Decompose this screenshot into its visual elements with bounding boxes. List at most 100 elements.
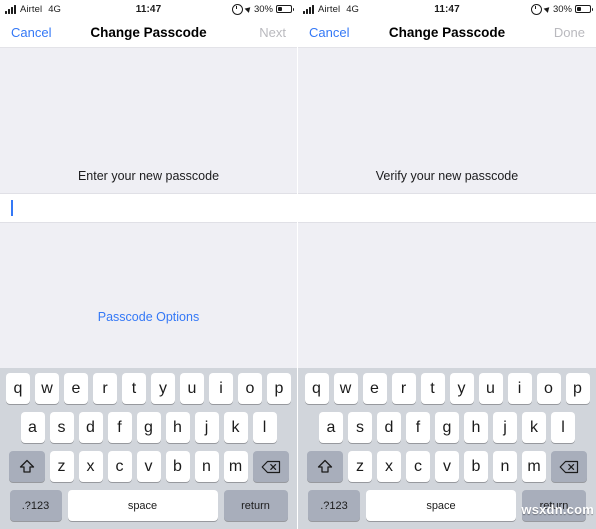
key-q[interactable]: q [6,373,30,404]
key-z[interactable]: z [49,451,74,482]
key-k[interactable]: k [223,412,248,443]
location-arrow-icon [244,5,253,13]
key-w[interactable]: w [333,373,358,404]
space-key[interactable]: space [366,490,516,521]
key-c[interactable]: c [406,451,430,482]
keyboard-row-2: a s d f g h j k l [2,412,295,443]
passcode-prompt-label: Enter your new passcode [77,169,220,183]
passcode-options-container: Passcode Options [298,223,596,368]
return-key[interactable]: return [223,490,288,521]
key-l[interactable]: l [252,412,277,443]
location-arrow-icon [543,5,552,13]
key-m[interactable]: m [223,451,248,482]
key-d[interactable]: d [78,412,103,443]
numeric-keyboard-button[interactable]: .?123 [9,490,62,521]
key-a[interactable]: a [20,412,45,443]
dual-screenshot-container: Airtel 4G 11:47 30% Cancel Change Passco… [0,0,596,529]
key-t[interactable]: t [420,373,445,404]
done-button[interactable]: Done [554,25,585,40]
key-m[interactable]: m [522,451,546,482]
keyboard-row-4: .?123 space return [2,490,295,521]
key-r[interactable]: r [391,373,416,404]
key-o[interactable]: o [536,373,561,404]
cancel-button[interactable]: Cancel [11,25,51,40]
passcode-input-field[interactable] [0,193,297,223]
navigation-bar: Cancel Change Passcode Done [298,18,596,48]
key-b[interactable]: b [165,451,190,482]
status-bar-right: 30% [231,3,294,15]
key-g[interactable]: g [136,412,161,443]
cancel-button[interactable]: Cancel [309,25,349,40]
key-v[interactable]: v [435,451,459,482]
key-s[interactable]: s [348,412,372,443]
key-e[interactable]: e [362,373,387,404]
passcode-options-container: Passcode Options [0,223,297,368]
keyboard-row-3: z x c v b n m [2,451,295,482]
battery-percent-label: 30% [552,3,572,15]
keyboard-row-4: .?123 space return [300,490,594,521]
key-x[interactable]: x [78,451,103,482]
return-key[interactable]: return [522,490,586,521]
shift-icon[interactable] [8,451,45,482]
onscreen-keyboard: q w e r t y u i o p a s d f g h j k l z … [298,368,596,529]
navigation-bar-right: Done [554,24,585,42]
key-f[interactable]: f [406,412,430,443]
key-y[interactable]: y [151,373,175,404]
key-v[interactable]: v [136,451,161,482]
passcode-content-area: Enter your new passcode Passcode Options [0,48,297,368]
key-h[interactable]: h [165,412,190,443]
delete-backspace-icon[interactable] [551,451,587,482]
key-j[interactable]: j [194,412,219,443]
next-button[interactable]: Next [259,25,286,40]
key-p[interactable]: p [267,373,291,404]
key-a[interactable]: a [319,412,343,443]
shift-icon[interactable] [307,451,343,482]
battery-icon [276,5,294,13]
key-z[interactable]: z [348,451,372,482]
key-u[interactable]: u [180,373,204,404]
key-q[interactable]: q [304,373,329,404]
key-n[interactable]: n [493,451,517,482]
key-c[interactable]: c [107,451,132,482]
key-n[interactable]: n [194,451,219,482]
passcode-options-button[interactable]: Passcode Options [98,310,199,324]
keyboard-row-1: q w e r t y u i o p [2,373,295,404]
key-j[interactable]: j [493,412,517,443]
key-e[interactable]: e [64,373,88,404]
onscreen-keyboard: q w e r t y u i o p a s d f g h j k l z … [0,368,297,529]
key-h[interactable]: h [464,412,488,443]
phone-screen-verify-passcode: Airtel 4G 11:47 30% Cancel Change Passco… [298,0,596,529]
passcode-input-field[interactable] [298,193,596,223]
key-p[interactable]: p [565,373,590,404]
key-d[interactable]: d [377,412,401,443]
key-s[interactable]: s [49,412,74,443]
key-u[interactable]: u [478,373,503,404]
delete-backspace-icon[interactable] [252,451,289,482]
text-cursor [11,200,13,216]
passcode-content-area: Verify your new passcode Passcode Option… [298,48,596,368]
key-i[interactable]: i [209,373,233,404]
key-r[interactable]: r [93,373,117,404]
navigation-bar: Cancel Change Passcode Next [0,18,297,48]
navigation-bar-right: Next [259,24,286,42]
space-key[interactable]: space [67,490,218,521]
status-bar: Airtel 4G 11:47 30% [0,0,297,18]
key-o[interactable]: o [238,373,262,404]
key-y[interactable]: y [449,373,474,404]
key-k[interactable]: k [522,412,546,443]
key-w[interactable]: w [35,373,59,404]
battery-percent-label: 30% [253,3,273,15]
status-bar: Airtel 4G 11:47 30% [298,0,596,18]
key-g[interactable]: g [435,412,459,443]
alarm-icon [231,3,243,15]
keyboard-row-3: z x c v b n m [300,451,594,482]
key-x[interactable]: x [377,451,401,482]
numeric-keyboard-button[interactable]: .?123 [308,490,360,521]
key-l[interactable]: l [551,412,575,443]
key-t[interactable]: t [122,373,146,404]
battery-icon [575,5,593,13]
alarm-icon [530,3,542,15]
key-f[interactable]: f [107,412,132,443]
key-b[interactable]: b [464,451,488,482]
key-i[interactable]: i [507,373,532,404]
